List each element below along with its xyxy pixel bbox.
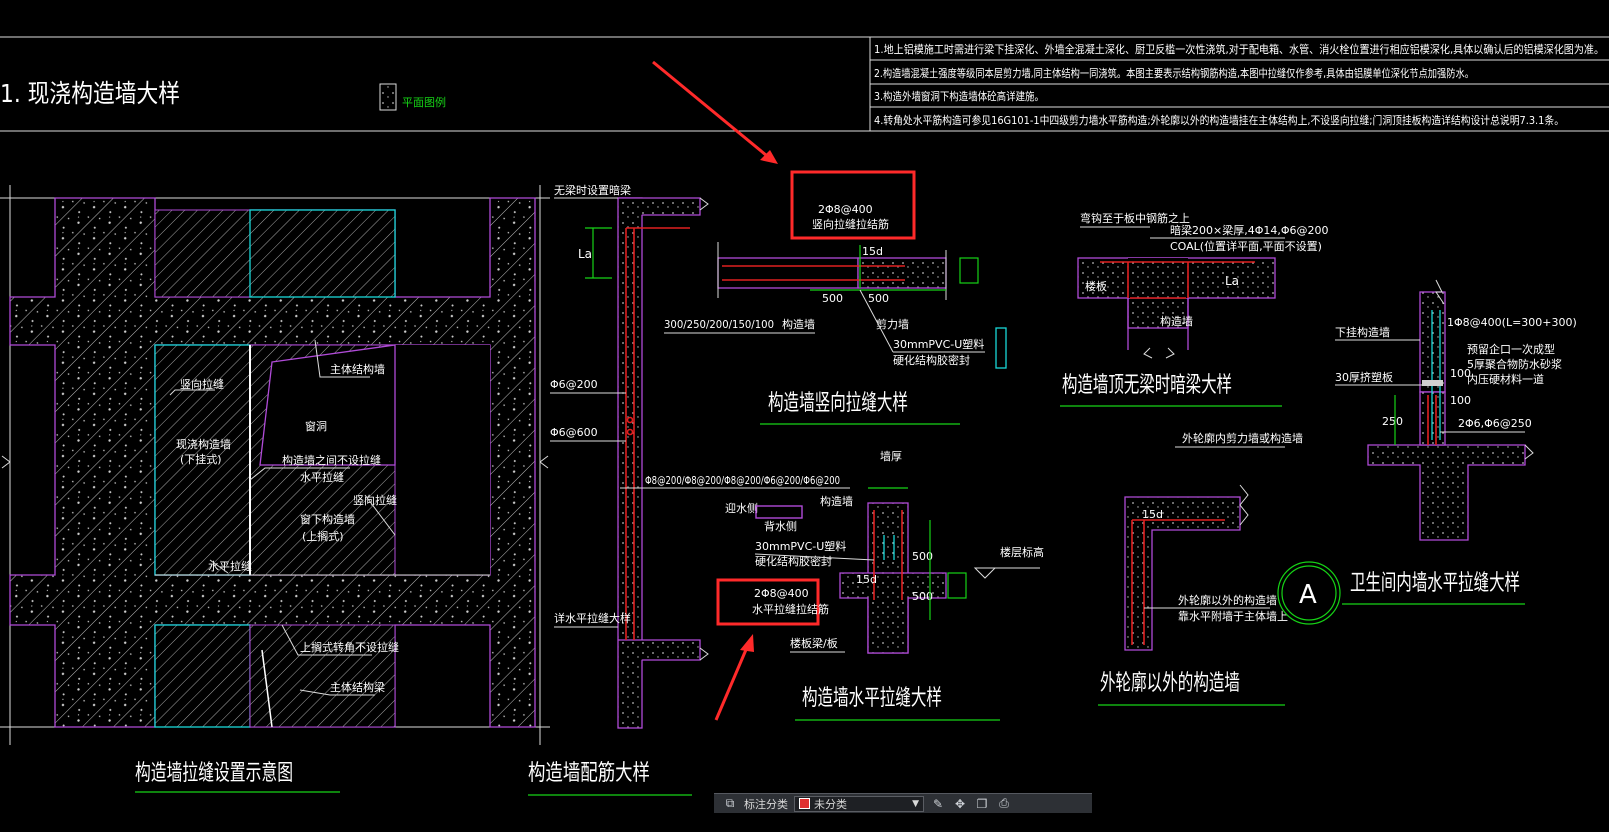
label-outside-wall: 外轮廓以外的构造墙 [1178,593,1277,607]
label-struct-wall3: 构造墙 [820,494,853,508]
legend-swatch [379,83,397,111]
label-lower-hang-wall: 下挂构造墙 [1335,325,1390,339]
label-no-joint-between: 构造墙之间不设拉缝 [282,453,381,467]
label-outside-15d: 15d [1142,508,1163,521]
horizontal-joint-detail: 墙厚 迎水侧 背水侧 构造墙 30mmPVC-U塑料 硬化结构胶密封 15d 5… [725,449,1044,721]
label-upper-standing: (上搁式) [302,529,344,543]
vertical-joint-detail: 500 500 15d 300/250/200/150/100 构造墙 剪力墙 … [664,242,1007,425]
label-back-side: 背水侧 [764,519,797,533]
label-lower-hang: (下挂式) [180,452,222,466]
dim-250: 250 [1382,415,1403,428]
circle-tag-a: A [1299,580,1317,610]
label-thickness-list: 300/250/200/150/100 [664,318,774,331]
layer-dropdown-value: 未分类 [814,797,847,811]
chevron-down-icon: ▼ [912,798,919,809]
label-vertical-joint-2: 竖向拉缝 [353,493,397,507]
label-hang-on-wall: 靠水平附墙于主体墙上 [1178,609,1288,623]
dim-500a: 500 [822,292,843,305]
label-floor-level: 楼层标高 [1000,545,1044,559]
label-horizontal-joint-2: 水平拉缝 [208,559,252,573]
label-main-structure-wall: 主体结构墙 [330,362,385,376]
label-phi6-200: Φ6@200 [550,378,598,391]
copy-icon[interactable]: ❐ [974,797,990,811]
title-layout-schematic: 构造墙拉缝设置示意图 [135,761,293,786]
label-window-lower-wall: 窗下构造墙 [300,512,355,526]
label-structural-wall: 构造墙 [782,317,815,331]
label-bent-down: 弯钩至于板中钢筋之上 [1080,211,1190,225]
label-window: 窗洞 [305,419,327,433]
label-anchor-rebar: 竖向拉缝拉结筋 [812,217,889,231]
move-icon[interactable]: ✥ [952,797,968,811]
label-vertical-joint: 竖向拉缝 [180,377,224,391]
note-1: 1.地上铝模施工时需进行梁下挂深化、外墙全混凝土深化、厨卫反槛一次性浇筑,对于配… [874,42,1604,56]
section-title: 1. 现浇构造墙大样 [0,79,180,108]
label-horiz-anchor: 水平拉缝拉结筋 [752,602,829,616]
label-waterproof1: 预留企口一次成型 [1467,342,1555,356]
label-joint30: 30厚挤塑板 [1335,370,1393,384]
label-horizontal-joint: 水平拉缝 [300,470,344,484]
edit-icon[interactable]: ✎ [930,797,946,811]
dim-500b: 500 [868,292,889,305]
label-no-beam-top: 无梁时设置暗梁 [554,183,631,197]
note-2: 2.构造墙混凝土强度等级同本层剪力墙,同主体结构一同浇筑。本图主要表示结构钢筋构… [874,66,1474,80]
label-phi6-600: Φ6@600 [550,426,598,439]
label-rebar-bottom: 2Φ6,Φ6@250 [1458,417,1532,430]
label-upper-no-joint: 上搁式转角不设拉缝 [300,640,399,654]
legend-label: 平面图例 [402,95,446,109]
annotation-category-label: 标注分类 [744,797,788,811]
save-icon[interactable]: ⎙ [996,796,1012,811]
layout-schematic: 竖向拉缝 现浇构造墙 (下挂式) 窗洞 构造墙之间不设拉缝 水平拉缝 竖向拉缝 … [0,185,550,793]
label-wall-thick: 墙厚 [880,449,902,463]
label-la: La [578,247,592,261]
title-outside-outline: 外轮廓以外的构造墙 [1100,671,1240,696]
label-la2: La [1225,274,1239,288]
label-seal: 硬化结构胶密封 [893,353,970,367]
label-water-side: 迎水侧 [725,502,758,515]
label-waterproof2: 5厚聚合物防水砂浆 [1467,357,1562,371]
label-pvc-u2: 30mmPVC-U塑料 [755,539,846,553]
label-2phi8-b: 2Φ8@400 [754,587,809,600]
cad-drawing-canvas[interactable]: 1. 现浇构造墙大样 平面图例 1.地上铝模施工时需进行梁下挂深化、外墙全混凝土… [0,0,1609,832]
label-see-horizontal: 详水平拉缝大样 [554,611,631,625]
title-reinforcement: 构造墙配筋大样 [528,761,650,786]
title-vertical-joint: 构造墙竖向拉缝大样 [768,391,908,416]
outside-outline-detail: 15d 外轮廓内剪力墙或构造墙 外轮廓以外的构造墙 靠水平附墙于主体墙上 外轮廓… [1098,431,1303,706]
note-3: 3.构造外墙窗洞下构造墙体砼高详建施。 [874,89,1044,103]
note-4: 4.转角处水平筋构造可参见16G101-1中四级剪力墙水平筋构造;外轮廓以外的构… [874,113,1564,127]
bathroom-joint-detail: 下挂构造墙 1Φ8@400(L=300+300) 预留企口一次成型 5厚聚合物防… [1277,279,1577,625]
layer-dropdown[interactable]: 未分类 ▼ [794,795,924,812]
label-floor-slab: 楼板 [1085,279,1107,293]
layer-color-swatch [799,798,810,809]
label-pvc-u: 30mmPVC-U塑料 [893,337,984,351]
title-bathroom-joint: 卫生间内墙水平拉缝大样 [1350,571,1520,596]
label-15d: 15d [862,245,883,258]
label-dark-beam: 暗梁200×梁厚,4Φ14,Φ6@200 [1170,223,1329,237]
annotation-toolbar: ⧉ 标注分类 未分类 ▼ ✎ ✥ ❐ ⎙ [714,793,1092,813]
label-2phi8: 2Φ8@400 [818,203,873,216]
label-coal: COAL(位置详平面,平面不设置) [1170,239,1322,253]
label-structural-wall-lower: 现浇构造墙 [176,437,231,451]
title-horizontal-joint: 构造墙水平拉缝大样 [802,686,942,711]
dim-100b: 100 [1450,394,1471,407]
label-rebar-series: Φ8@200/Φ8@200/Φ8@200/Φ6@200/Φ6@200 [645,474,840,487]
label-main-structure-beam: 主体结构梁 [330,680,385,694]
label-structural-wall2: 构造墙 [1160,314,1193,328]
title-hidden-beam: 构造墙顶无梁时暗梁大样 [1062,373,1232,398]
layer-icon[interactable]: ⧉ [722,796,738,811]
dim-100a: 100 [1450,367,1471,380]
hidden-beam-detail: 弯钩至于板中钢筋之上 暗梁200×梁厚,4Φ14,Φ6@200 COAL(位置详… [1060,211,1329,407]
label-outside-ref: 外轮廓内剪力墙或构造墙 [1182,431,1303,445]
label-rebar-top: 1Φ8@400(L=300+300) [1447,316,1577,329]
label-slab-beam: 楼板梁/板 [790,636,838,650]
label-waterproof3: 内压硬材料一道 [1467,372,1544,386]
label-15d-b: 15d [856,573,877,586]
